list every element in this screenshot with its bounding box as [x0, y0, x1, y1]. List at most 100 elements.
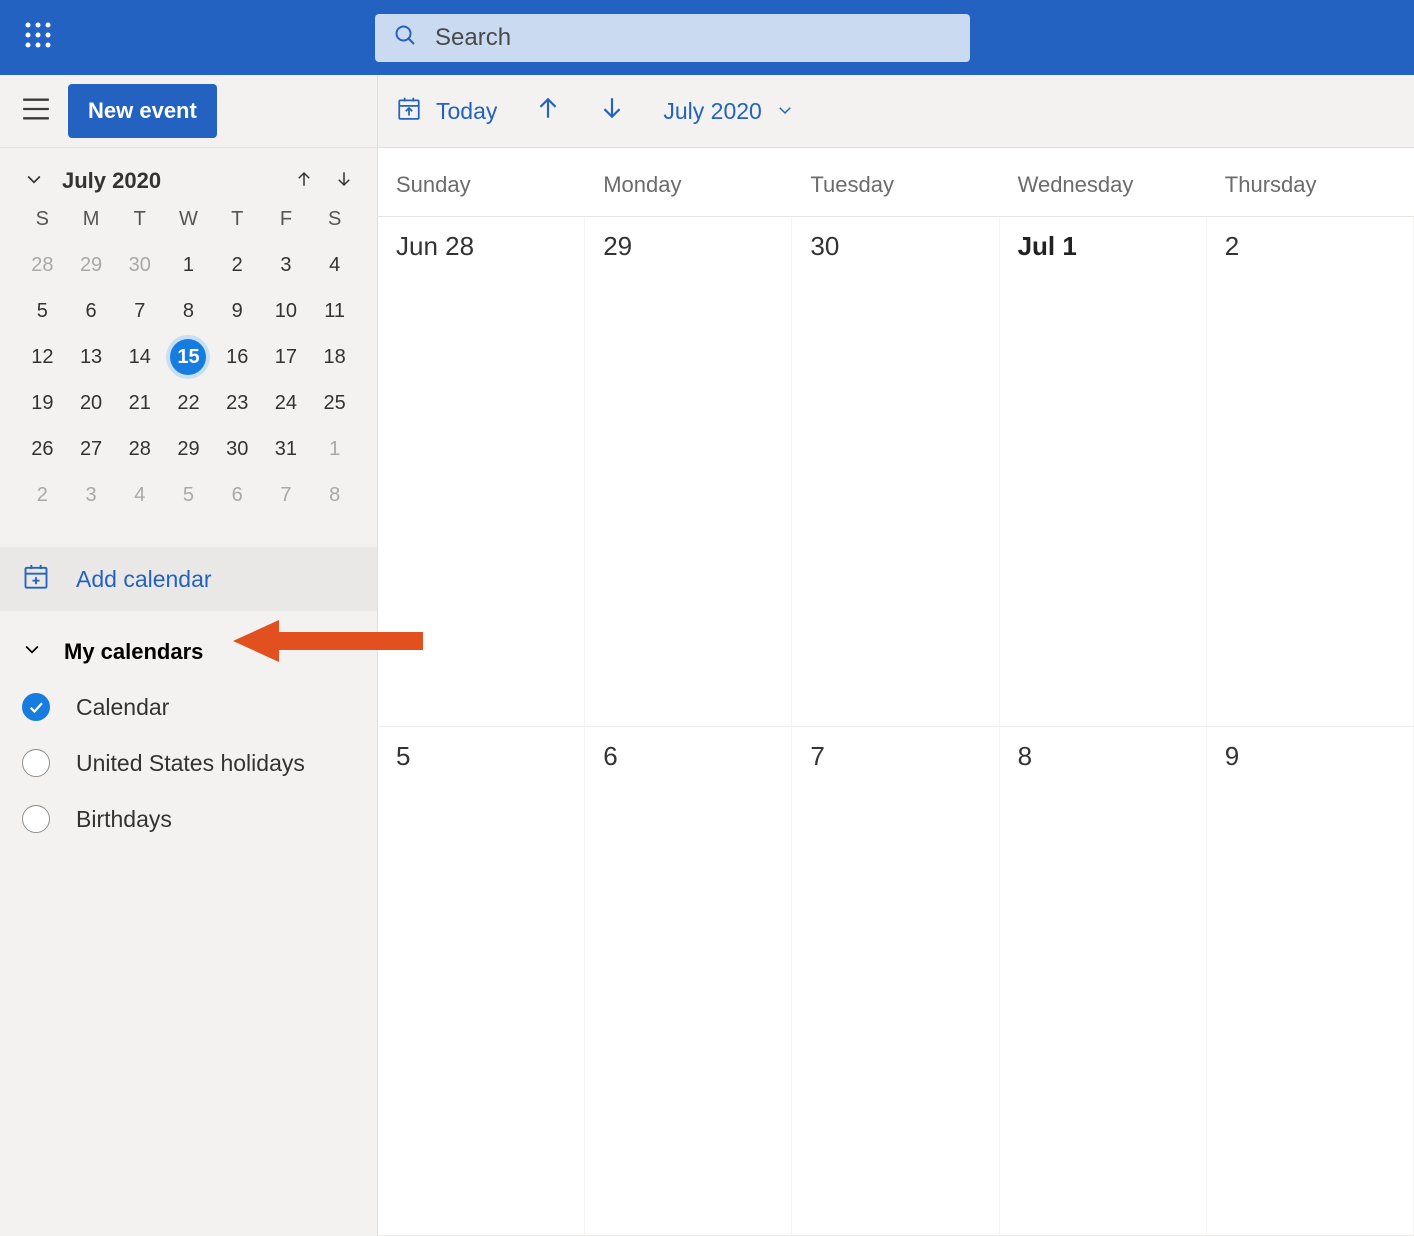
mini-calendar-day[interactable]: 23 [213, 391, 262, 415]
grid-day-cell[interactable]: 30 [792, 217, 999, 726]
calendar-toggle[interactable] [22, 749, 50, 777]
mini-calendar-day[interactable]: 6 [213, 483, 262, 507]
calendar-grid: Jun 282930Jul 1256789 [378, 217, 1414, 1236]
mini-calendar-dow: T [115, 208, 164, 231]
mini-calendar-day[interactable]: 7 [262, 483, 311, 507]
grid-header-cell: Monday [585, 148, 792, 216]
calendar-toggle[interactable] [22, 805, 50, 833]
mini-calendar-day[interactable]: 10 [262, 299, 311, 323]
mini-calendar-dow: S [310, 208, 359, 231]
chevron-down-icon [776, 98, 794, 125]
mini-calendar-collapse[interactable] [24, 169, 44, 194]
grid-day-cell[interactable]: Jun 28 [378, 217, 585, 726]
mini-calendar-day[interactable]: 2 [213, 253, 262, 277]
mini-calendar-prev[interactable] [295, 170, 313, 193]
mini-calendar-day[interactable]: 30 [213, 437, 262, 461]
today-button[interactable]: Today [396, 95, 497, 127]
new-event-button[interactable]: New event [68, 84, 217, 138]
mini-calendar-dow: F [262, 208, 311, 231]
mini-calendar-day[interactable]: 6 [67, 299, 116, 323]
mini-calendar-day[interactable]: 29 [164, 437, 213, 461]
mini-calendar-day[interactable]: 18 [310, 345, 359, 369]
mini-calendar-day[interactable]: 22 [164, 391, 213, 415]
my-calendars-label: My calendars [64, 639, 203, 665]
search-icon [393, 23, 417, 52]
mini-calendar-day[interactable]: 27 [67, 437, 116, 461]
chevron-down-icon [24, 169, 44, 194]
grid-day-cell[interactable]: 9 [1207, 727, 1414, 1236]
mini-calendar-day[interactable]: 17 [262, 345, 311, 369]
hamburger-icon [22, 97, 50, 126]
grid-week-row: Jun 282930Jul 12 [378, 217, 1414, 727]
mini-calendar-day[interactable]: 1 [164, 253, 213, 277]
calendar-list-item[interactable]: United States holidays [22, 735, 355, 791]
mini-calendar-day[interactable]: 25 [310, 391, 359, 415]
mini-calendar-day[interactable]: 4 [310, 253, 359, 277]
add-calendar-label: Add calendar [76, 566, 212, 593]
mini-calendar-dow: M [67, 208, 116, 231]
grid-day-cell[interactable]: 7 [792, 727, 999, 1236]
mini-calendar-day[interactable]: 24 [262, 391, 311, 415]
mini-calendar-dow: W [164, 208, 213, 231]
sidebar: New event July 2020 [0, 75, 378, 1236]
grid-day-cell[interactable]: 8 [1000, 727, 1207, 1236]
mini-calendar-day[interactable]: 30 [115, 253, 164, 277]
mini-calendar-day[interactable]: 12 [18, 345, 67, 369]
mini-calendar-day[interactable]: 11 [310, 299, 359, 323]
mini-calendar-day[interactable]: 7 [115, 299, 164, 323]
hamburger-button[interactable] [22, 97, 50, 126]
mini-calendar-day[interactable]: 8 [164, 299, 213, 323]
mini-calendar-day[interactable]: 26 [18, 437, 67, 461]
add-calendar-button[interactable]: Add calendar [0, 547, 377, 611]
today-label: Today [436, 98, 497, 125]
mini-calendar-day[interactable]: 21 [115, 391, 164, 415]
grid-day-cell[interactable]: 6 [585, 727, 792, 1236]
mini-calendar-day[interactable]: 3 [262, 253, 311, 277]
calendar-list-item[interactable]: Calendar [22, 679, 355, 735]
calendar-name: United States holidays [76, 750, 305, 777]
prev-period-button[interactable] [535, 95, 561, 127]
mini-calendar-day[interactable]: 5 [18, 299, 67, 323]
mini-calendar-day[interactable]: 13 [67, 345, 116, 369]
grid-day-cell[interactable]: Jul 1 [1000, 217, 1207, 726]
calendar-toggle[interactable] [22, 693, 50, 721]
mini-calendar-day[interactable]: 2 [18, 483, 67, 507]
mini-calendar-day[interactable]: 3 [67, 483, 116, 507]
mini-calendar-day[interactable]: 28 [18, 253, 67, 277]
mini-calendar-header: July 2020 [18, 168, 359, 208]
grid-day-cell[interactable]: 5 [378, 727, 585, 1236]
arrow-down-icon [335, 175, 353, 192]
calendar-list-item[interactable]: Birthdays [22, 791, 355, 847]
calendar-add-icon [22, 562, 50, 596]
mini-calendar-day[interactable]: 9 [213, 299, 262, 323]
month-picker[interactable]: July 2020 [663, 98, 793, 125]
mini-calendar-day[interactable]: 15 [164, 345, 213, 369]
mini-calendar-day[interactable]: 1 [310, 437, 359, 461]
mini-calendar-day[interactable]: 8 [310, 483, 359, 507]
calendar-toolbar: Today July 2020 [378, 75, 1414, 148]
calendar-today-icon [396, 95, 422, 127]
my-calendars-toggle[interactable]: My calendars [22, 625, 355, 679]
mini-calendar-day[interactable]: 19 [18, 391, 67, 415]
grid-day-cell[interactable]: 2 [1207, 217, 1414, 726]
mini-calendar-day[interactable]: 14 [115, 345, 164, 369]
mini-calendar-dow: T [213, 208, 262, 231]
app-launcher-button[interactable] [0, 20, 75, 55]
mini-calendar-day[interactable]: 4 [115, 483, 164, 507]
mini-calendar-day[interactable]: 29 [67, 253, 116, 277]
chevron-down-icon [22, 639, 42, 665]
mini-calendar-next[interactable] [335, 170, 353, 193]
mini-calendar-day[interactable]: 20 [67, 391, 116, 415]
grid-week-row: 56789 [378, 727, 1414, 1236]
next-period-button[interactable] [599, 95, 625, 127]
calendar-name: Calendar [76, 694, 169, 721]
search-input[interactable] [435, 24, 952, 52]
mini-calendar-dow: S [18, 208, 67, 231]
mini-calendar-grid: SMTWTFS282930123456789101112131415161718… [18, 208, 359, 507]
search-box[interactable] [375, 14, 970, 62]
mini-calendar-day[interactable]: 16 [213, 345, 262, 369]
mini-calendar-day[interactable]: 28 [115, 437, 164, 461]
mini-calendar-day[interactable]: 31 [262, 437, 311, 461]
mini-calendar-day[interactable]: 5 [164, 483, 213, 507]
grid-day-cell[interactable]: 29 [585, 217, 792, 726]
